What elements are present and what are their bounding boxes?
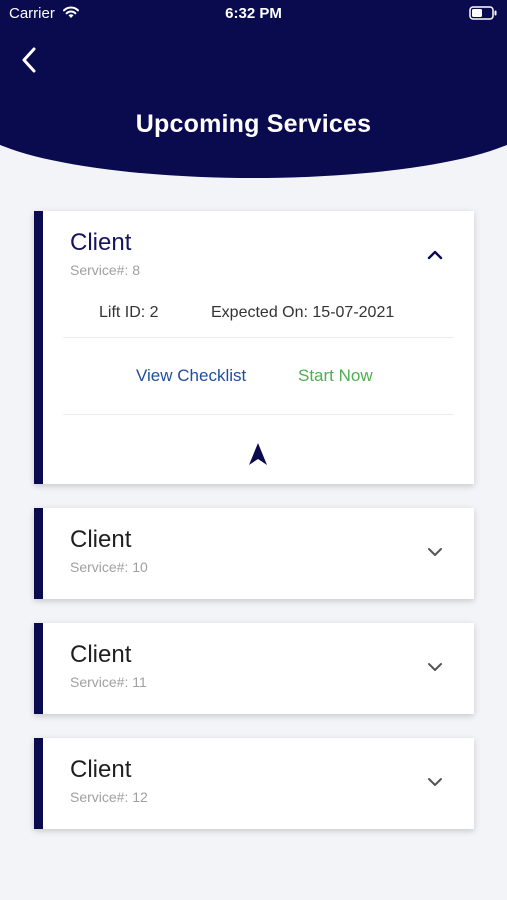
service-card[interactable]: Client Service#: 8 Lift ID: 2 Expected O… [34,211,474,484]
screen: Carrier 6:32 PM Upcoming Services Client… [0,0,507,900]
expand-button[interactable] [424,544,446,560]
expand-button[interactable] [424,774,446,790]
expand-button[interactable] [424,659,446,675]
chevron-down-icon [428,548,442,556]
collapse-button[interactable] [424,247,446,263]
client-name: Client [70,229,132,256]
service-card[interactable]: Client Service#: 10 [34,508,474,599]
service-number: Service#: 10 [70,559,148,575]
divider [63,414,454,415]
chevron-down-icon [428,778,442,786]
back-button[interactable] [14,44,44,76]
client-name: Client [70,756,132,783]
battery-icon [469,6,497,20]
service-number: Service#: 8 [70,262,141,278]
service-card[interactable]: Client Service#: 11 [34,623,474,714]
service-number: Service#: 11 [70,674,147,690]
service-number: Service#: 12 [70,789,148,805]
chevron-left-icon [22,47,36,73]
expected-on: Expected On: 15-07-2021 [211,304,395,321]
service-card[interactable]: Client Service#: 12 [34,738,474,829]
view-checklist-button[interactable]: View Checklist [136,366,246,386]
divider [63,337,454,338]
lift-id: Lift ID: 2 [99,304,159,321]
navigation-arrow-icon[interactable] [248,442,268,466]
status-bar: Carrier 6:32 PM [0,0,507,28]
status-time: 6:32 PM [225,5,282,22]
start-now-button[interactable]: Start Now [298,366,373,386]
chevron-down-icon [428,663,442,671]
client-name: Client [70,526,132,553]
client-name: Client [70,641,132,668]
chevron-up-icon [427,250,443,260]
page-title: Upcoming Services [135,110,372,138]
